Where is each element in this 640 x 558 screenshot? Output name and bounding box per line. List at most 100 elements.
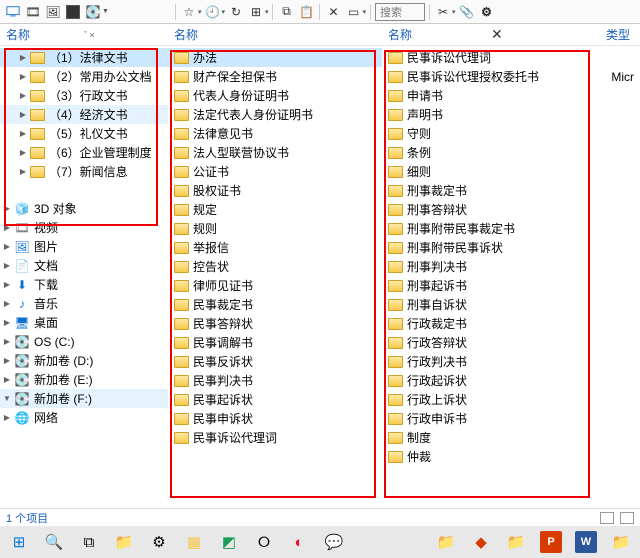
apps-icon[interactable]: ⊞ bbox=[247, 3, 265, 21]
folder-item[interactable]: 细则 bbox=[382, 162, 600, 181]
word-icon[interactable]: W bbox=[569, 528, 603, 556]
folder-item[interactable]: 条例 bbox=[382, 143, 600, 162]
settings-tb-icon[interactable]: ⚙ bbox=[142, 528, 176, 556]
start-button[interactable]: ⊞ bbox=[2, 528, 36, 556]
column-header-name[interactable]: 名称 ✕ bbox=[382, 24, 600, 46]
folder-item[interactable]: 刑事答辩状 bbox=[382, 200, 600, 219]
explorer-icon[interactable]: 📁 bbox=[107, 528, 141, 556]
column-header-name[interactable]: 名称 bbox=[168, 24, 382, 46]
tree-item[interactable]: ▶🖼图片 bbox=[0, 237, 168, 256]
expand-icon[interactable]: ▶ bbox=[2, 356, 12, 365]
expand-icon[interactable]: ▶ bbox=[18, 129, 28, 138]
folder-item[interactable]: ▶（6）企业管理制度 bbox=[0, 143, 168, 162]
folder-item[interactable]: ▶（3）行政文书 bbox=[0, 86, 168, 105]
expand-icon[interactable]: ▶ bbox=[2, 223, 12, 232]
folder-item[interactable]: 控告状 bbox=[168, 257, 382, 276]
tree-item[interactable]: ▶💽新加卷 (D:) bbox=[0, 351, 168, 370]
folder-item[interactable]: 法定代表人身份证明书 bbox=[168, 105, 382, 124]
folder-item[interactable]: ▶（1）法律文书 bbox=[0, 48, 168, 67]
film-icon[interactable]: 🎞 bbox=[24, 3, 42, 21]
small-square-icon[interactable] bbox=[64, 3, 82, 21]
folder-item[interactable]: 刑事起诉书 bbox=[382, 276, 600, 295]
folder-item[interactable]: 代表人身份证明书 bbox=[168, 86, 382, 105]
tree-item[interactable]: ▶💽OS (C:) bbox=[0, 332, 168, 351]
folder-item[interactable]: 民事申诉状 bbox=[168, 409, 382, 428]
tree-item[interactable]: ▶📄文档 bbox=[0, 256, 168, 275]
expand-icon[interactable]: ▶ bbox=[18, 72, 28, 81]
folder-item[interactable]: 刑事附带民事诉状 bbox=[382, 238, 600, 257]
folder-item[interactable]: 办法 bbox=[168, 48, 382, 67]
settings-icon[interactable]: ⚙ bbox=[478, 3, 496, 21]
expand-icon[interactable]: ▶ bbox=[18, 167, 28, 176]
tree-item[interactable]: ▶♪音乐 bbox=[0, 294, 168, 313]
folder-item[interactable]: 股权证书 bbox=[168, 181, 382, 200]
folder-item[interactable]: 仲裁 bbox=[382, 447, 600, 466]
tree-item[interactable]: ▶⬇下载 bbox=[0, 275, 168, 294]
search-input[interactable]: 搜索 bbox=[375, 3, 425, 21]
folder-item[interactable]: 民事判决书 bbox=[168, 371, 382, 390]
folder-item[interactable]: 行政上诉状 bbox=[382, 390, 600, 409]
expand-icon[interactable]: ▶ bbox=[18, 110, 28, 119]
powerpoint-icon[interactable]: P bbox=[534, 528, 568, 556]
folder-item[interactable]: 民事诉讼代理授权委托书 bbox=[382, 67, 600, 86]
expand-icon[interactable]: ▶ bbox=[18, 91, 28, 100]
expand-icon[interactable]: ▶ bbox=[2, 375, 12, 384]
app-running-1[interactable]: 📁 bbox=[429, 528, 463, 556]
refresh-icon[interactable]: ↻ bbox=[227, 3, 245, 21]
column-header-name[interactable]: 名称 ˇ × bbox=[0, 24, 168, 46]
folder-item[interactable]: 民事调解书 bbox=[168, 333, 382, 352]
folder-item[interactable]: 行政判决书 bbox=[382, 352, 600, 371]
folder-item[interactable]: 刑事自诉状 bbox=[382, 295, 600, 314]
explorer-running-icon[interactable]: 📁 bbox=[604, 528, 638, 556]
folder-item[interactable]: 刑事裁定书 bbox=[382, 181, 600, 200]
picture-icon[interactable]: 🖼 bbox=[44, 3, 62, 21]
rename-icon[interactable]: ▭ bbox=[344, 3, 362, 21]
chrome-icon[interactable]: ⭘ bbox=[247, 528, 281, 556]
folder-item[interactable]: 法律意见书 bbox=[168, 124, 382, 143]
copy-icon[interactable]: ⧉ bbox=[277, 3, 295, 21]
tree-item[interactable]: ▶🌐网络 bbox=[0, 408, 168, 427]
folder-item[interactable]: 制度 bbox=[382, 428, 600, 447]
clock-icon[interactable]: 🕘 bbox=[203, 3, 221, 21]
attach-icon[interactable]: 📎 bbox=[458, 3, 476, 21]
folder-item[interactable]: 法人型联营协议书 bbox=[168, 143, 382, 162]
folder-item[interactable]: 律师见证书 bbox=[168, 276, 382, 295]
folder-item[interactable]: 民事反诉状 bbox=[168, 352, 382, 371]
paste-icon[interactable]: 📋 bbox=[297, 3, 315, 21]
folder-item[interactable]: 财产保全担保书 bbox=[168, 67, 382, 86]
folder-item[interactable]: 申请书 bbox=[382, 86, 600, 105]
app-running-2[interactable]: ◆ bbox=[464, 528, 498, 556]
expand-icon[interactable]: ▶ bbox=[2, 204, 12, 213]
monitor-icon[interactable] bbox=[4, 3, 22, 21]
expand-icon[interactable]: ▶ bbox=[2, 318, 12, 327]
expand-icon[interactable]: ▶ bbox=[2, 413, 12, 422]
dropdown-icon[interactable]: ▼ bbox=[102, 8, 109, 15]
tree-item[interactable]: ▼💽新加卷 (F:) bbox=[0, 389, 168, 408]
tree-item[interactable]: ▶🖥桌面 bbox=[0, 313, 168, 332]
folder-item[interactable]: 民事起诉状 bbox=[168, 390, 382, 409]
folder-item[interactable]: 民事裁定书 bbox=[168, 295, 382, 314]
expand-icon[interactable]: ▶ bbox=[18, 148, 28, 157]
folder-item[interactable]: 民事诉讼代理词 bbox=[382, 48, 600, 67]
close-icon[interactable]: ✕ bbox=[491, 26, 594, 43]
disk-icon[interactable]: 💽 bbox=[84, 3, 102, 21]
expand-icon[interactable]: ▶ bbox=[2, 337, 12, 346]
folder-item[interactable]: ▶（5）礼仪文书 bbox=[0, 124, 168, 143]
folder-item[interactable]: 刑事附带民事裁定书 bbox=[382, 219, 600, 238]
sticky-notes-icon[interactable]: ▦ bbox=[177, 528, 211, 556]
expand-icon[interactable]: ▶ bbox=[2, 261, 12, 270]
folder-item[interactable]: 行政申诉书 bbox=[382, 409, 600, 428]
folder-item[interactable]: 规则 bbox=[168, 219, 382, 238]
app-icon-3[interactable]: 💬 bbox=[317, 528, 351, 556]
task-view-icon[interactable]: ⧉ bbox=[72, 528, 106, 556]
folder-item[interactable]: 行政裁定书 bbox=[382, 314, 600, 333]
expand-icon[interactable]: ▼ bbox=[2, 394, 12, 403]
folder-item[interactable]: 规定 bbox=[168, 200, 382, 219]
folder-item[interactable]: ▶（4）经济文书 bbox=[0, 105, 168, 124]
folder-item[interactable]: 行政答辩状 bbox=[382, 333, 600, 352]
expand-icon[interactable]: ▶ bbox=[2, 242, 12, 251]
view-icons-icon[interactable] bbox=[620, 512, 634, 524]
folder-item[interactable]: 民事诉讼代理词 bbox=[168, 428, 382, 447]
folder-item[interactable]: ▶（2）常用办公文档 bbox=[0, 67, 168, 86]
folder-item[interactable]: ▶（7）新闻信息 bbox=[0, 162, 168, 181]
